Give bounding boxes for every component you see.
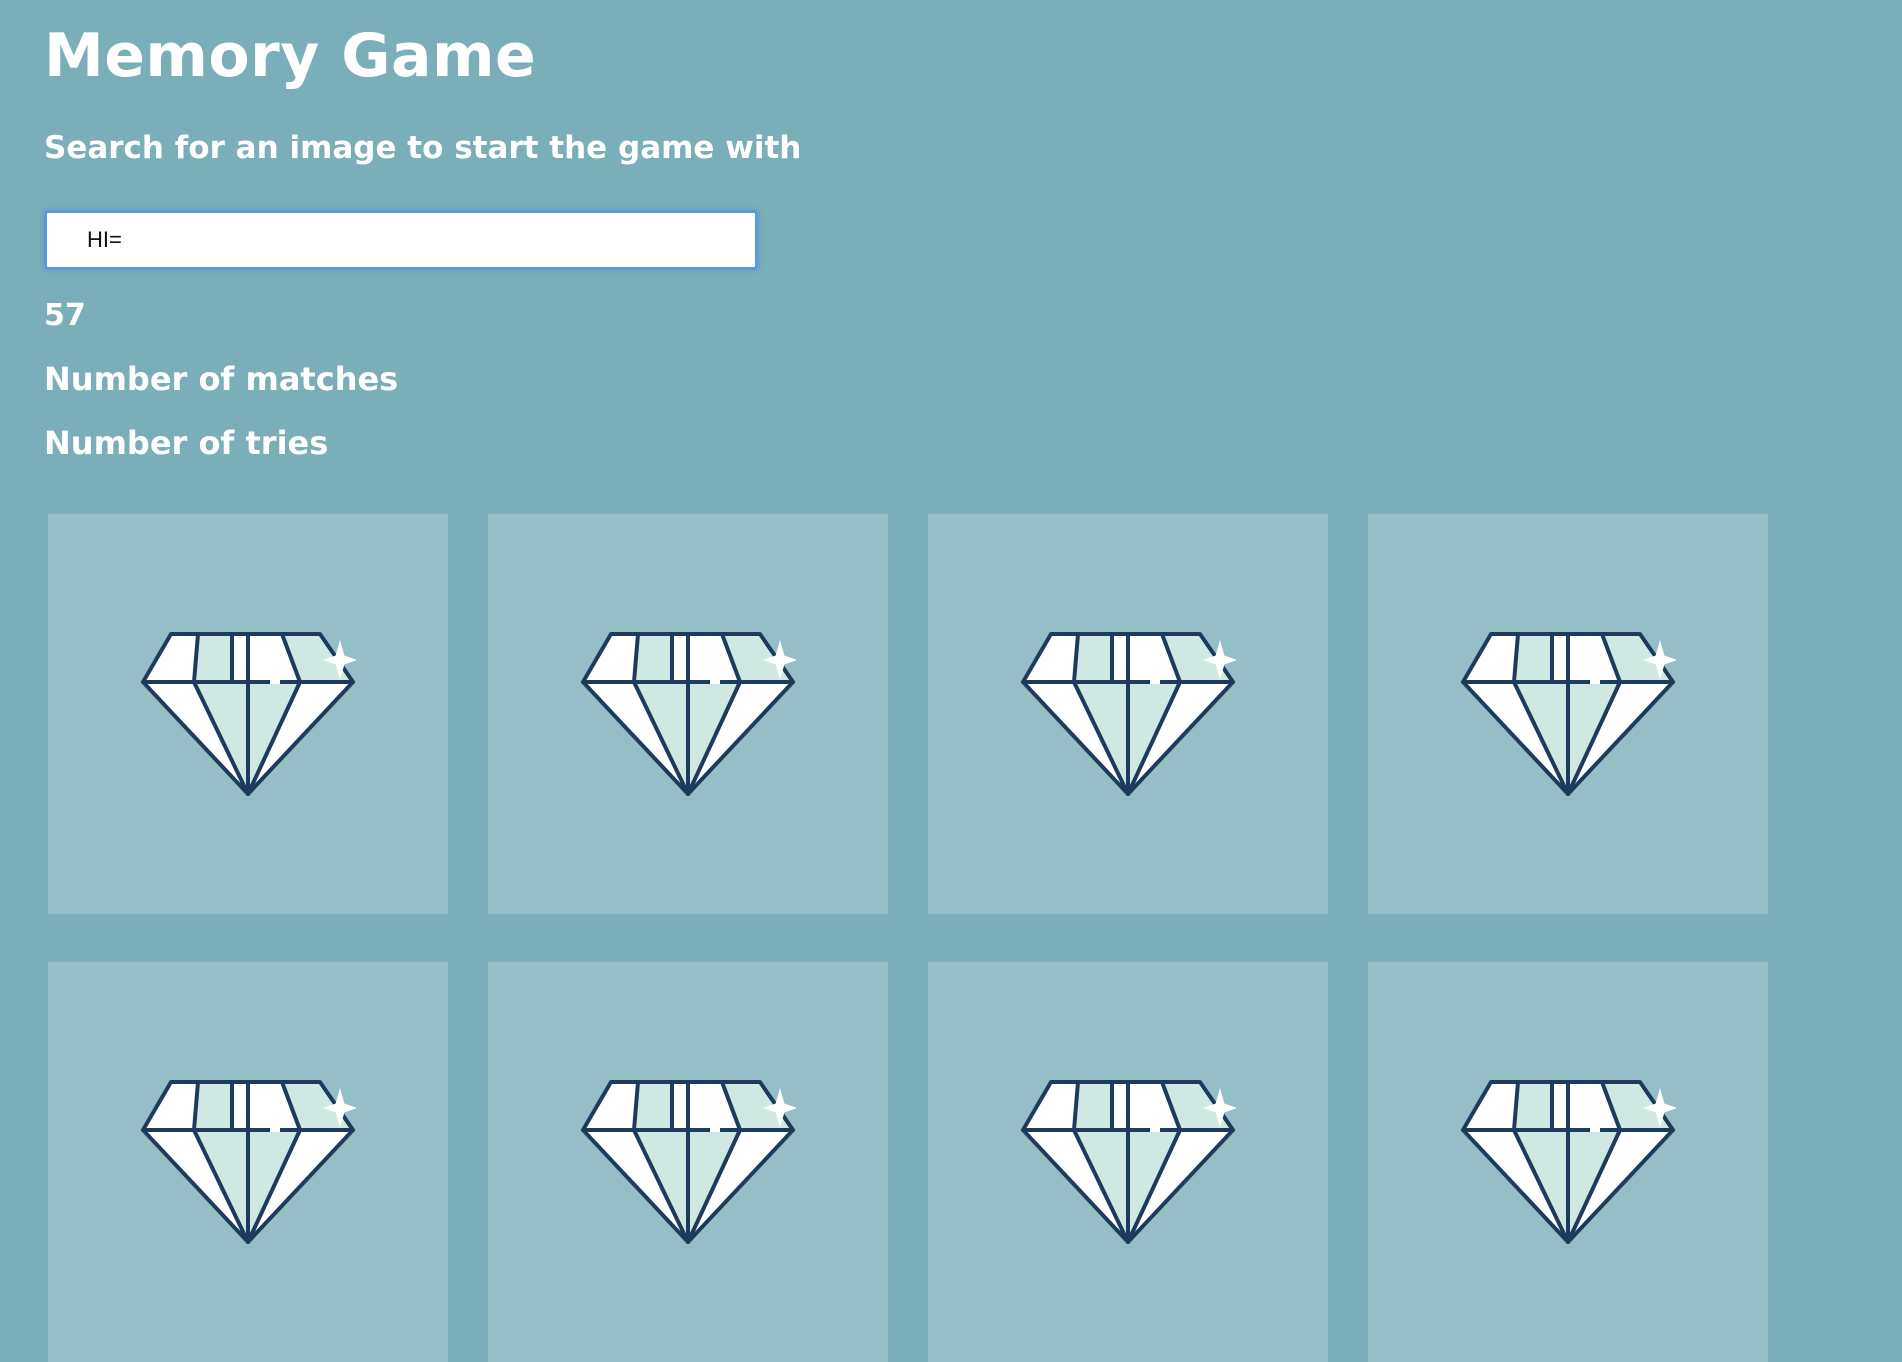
diamond-icon: [580, 632, 796, 796]
card-grid: [48, 514, 1768, 1362]
timer-value: 57: [44, 298, 86, 333]
memory-card[interactable]: [1368, 514, 1768, 914]
memory-card[interactable]: [488, 514, 888, 914]
memory-card[interactable]: [48, 962, 448, 1362]
search-instructions: Search for an image to start the game wi…: [44, 130, 802, 166]
memory-card[interactable]: [48, 514, 448, 914]
diamond-icon: [1020, 1080, 1236, 1244]
diamond-icon: [1460, 632, 1676, 796]
memory-card[interactable]: [928, 514, 1328, 914]
page-title: Memory Game: [44, 21, 537, 91]
tries-label: Number of tries: [44, 424, 329, 462]
search-input[interactable]: [47, 213, 755, 267]
diamond-icon: [1020, 632, 1236, 796]
diamond-icon: [580, 1080, 796, 1244]
diamond-icon: [1460, 1080, 1676, 1244]
memory-card[interactable]: [488, 962, 888, 1362]
diamond-icon: [140, 1080, 356, 1244]
search-field[interactable]: [44, 210, 758, 270]
memory-card[interactable]: [928, 962, 1328, 1362]
diamond-icon: [140, 632, 356, 796]
matches-label: Number of matches: [44, 360, 399, 398]
memory-card[interactable]: [1368, 962, 1768, 1362]
